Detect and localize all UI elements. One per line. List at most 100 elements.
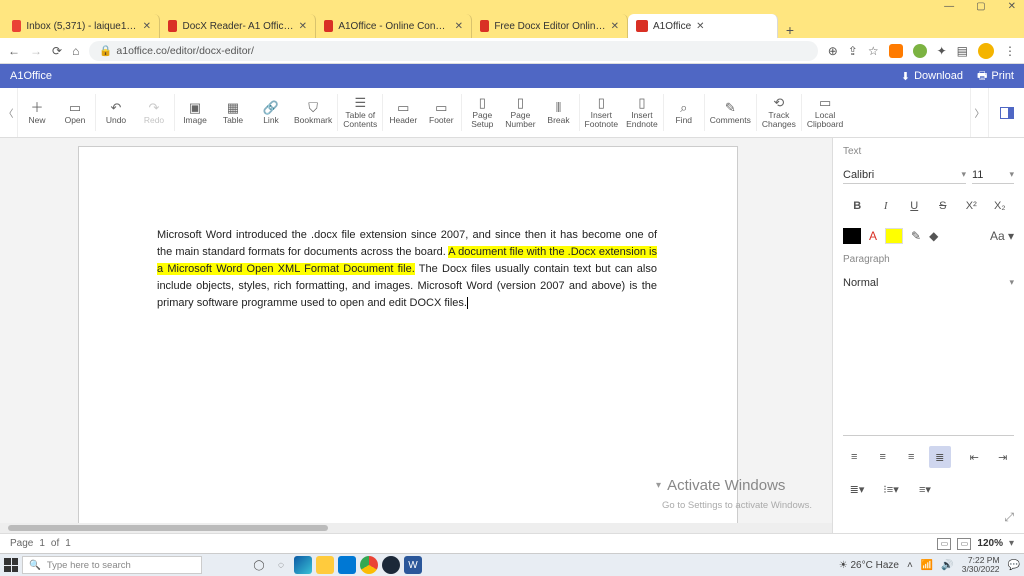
explorer-icon[interactable] <box>316 556 334 574</box>
strikethrough-button[interactable]: S <box>929 194 958 218</box>
subscript-button[interactable]: X₂ <box>986 194 1015 218</box>
bold-button[interactable]: B <box>843 194 872 218</box>
paragraph-style-select[interactable]: Normal <box>843 275 1014 436</box>
toolbar-bookmark[interactable]: ⛉Bookmark <box>290 88 336 137</box>
toggle-side-panel[interactable] <box>988 88 1024 137</box>
edge-icon[interactable] <box>294 556 312 574</box>
toolbar-local-clipboard[interactable]: ▭Local Clipboard <box>803 88 847 137</box>
zoom-level[interactable]: 120% <box>977 538 1003 549</box>
toolbar-page-number[interactable]: ▯Page Number <box>501 88 539 137</box>
toolbar-comments[interactable]: ✎Comments <box>706 88 755 137</box>
toolbar-track-changes[interactable]: ⟲Track Changes <box>758 88 800 137</box>
toolbar-header[interactable]: ▭Header <box>384 88 422 137</box>
home-button[interactable]: ⌂ <box>72 44 79 58</box>
reading-list-icon[interactable]: ▤ <box>957 44 968 58</box>
line-spacing-button[interactable]: ≣▾ <box>843 478 871 500</box>
toolbar-image[interactable]: ▣Image <box>176 88 214 137</box>
toolbar-link[interactable]: 🔗Link <box>252 88 290 137</box>
taskbar-search[interactable]: 🔍 Type here to search <box>22 556 202 574</box>
extension-icon-1[interactable] <box>889 44 903 58</box>
toolbar-new[interactable]: ＋New <box>18 88 56 137</box>
indent-button[interactable]: ⇥ <box>992 446 1015 468</box>
weather-widget[interactable]: ☀ 26°C Haze <box>839 560 899 571</box>
browser-tab[interactable]: Inbox (5,371) - laique123@gmai✕ <box>4 14 160 38</box>
toolbar-insert-footnote[interactable]: ▯Insert Footnote <box>581 88 623 137</box>
close-tab-icon[interactable]: ✕ <box>455 21 463 32</box>
toolbar-insert-endnote[interactable]: ▯Insert Endnote <box>622 88 662 137</box>
toolbar-table[interactable]: ▦Table <box>214 88 252 137</box>
close-window-button[interactable]: ✕ <box>1008 1 1016 12</box>
font-size-select[interactable]: 11 <box>972 167 1014 184</box>
font-family-select[interactable]: Calibri <box>843 167 966 184</box>
browser-tab[interactable]: A1Office - Online Conversion an✕ <box>316 14 472 38</box>
clear-format-icon[interactable]: ◆ <box>929 229 938 243</box>
profile-avatar[interactable] <box>978 43 994 59</box>
notifications-icon[interactable]: 💬 <box>1008 560 1020 571</box>
italic-button[interactable]: I <box>872 194 901 218</box>
align-left-button[interactable]: ≡ <box>843 446 866 468</box>
bullet-list-button[interactable]: ⁝≡▾ <box>877 478 905 500</box>
fit-width-button[interactable]: ▭ <box>957 538 971 550</box>
extensions-icon[interactable]: ✦ <box>937 44 947 58</box>
browser-tab[interactable]: DocX Reader- A1 Office - A1 off✕ <box>160 14 316 38</box>
case-button[interactable]: Aa ▾ <box>990 229 1014 243</box>
toolbar-scroll-right[interactable]: 〉 <box>970 88 988 137</box>
download-button[interactable]: ⬇Download <box>901 70 963 83</box>
taskbar-clock[interactable]: 7:22 PM 3/30/2022 <box>962 556 1000 574</box>
superscript-button[interactable]: X² <box>957 194 986 218</box>
task-view-icon[interactable]: ◯ <box>250 556 268 574</box>
toolbar-find[interactable]: ⌕Find <box>665 88 703 137</box>
expand-panel-icon[interactable]: ⤢ <box>1004 510 1014 525</box>
chrome-icon[interactable] <box>360 556 378 574</box>
volume-icon[interactable]: 🔊 <box>941 560 953 571</box>
tray-chevron-icon[interactable]: ˄ <box>907 560 913 571</box>
mail-icon[interactable] <box>338 556 356 574</box>
align-justify-button[interactable]: ≣ <box>929 446 952 468</box>
number-list-button[interactable]: ≡▾ <box>911 478 939 500</box>
font-color-a[interactable]: A <box>869 229 877 243</box>
highlight-pen-icon[interactable]: ✎ <box>911 229 921 243</box>
minimize-button[interactable]: — <box>944 1 954 12</box>
highlight-color-swatch[interactable] <box>885 228 903 244</box>
horizontal-scrollbar[interactable] <box>0 523 832 533</box>
toolbar-scroll-left[interactable]: 〈 <box>0 88 18 137</box>
menu-icon[interactable]: ⋮ <box>1004 44 1016 58</box>
outdent-button[interactable]: ⇤ <box>963 446 986 468</box>
back-button[interactable]: ← <box>8 44 20 58</box>
wifi-icon[interactable]: 📶 <box>921 560 933 571</box>
steam-icon[interactable] <box>382 556 400 574</box>
bookmark-icon[interactable]: ☆ <box>868 44 879 58</box>
close-tab-icon[interactable]: ✕ <box>143 21 151 32</box>
start-button[interactable] <box>4 558 18 572</box>
zoom-icon[interactable]: ⊕ <box>828 44 838 58</box>
reload-button[interactable]: ⟳ <box>52 44 62 58</box>
toolbar-open[interactable]: ▭Open <box>56 88 94 137</box>
toolbar-break[interactable]: ⫴Break <box>540 88 578 137</box>
new-tab-button[interactable]: + <box>778 22 802 38</box>
toolbar-footer[interactable]: ▭Footer <box>422 88 460 137</box>
close-tab-icon[interactable]: ✕ <box>299 21 307 32</box>
browser-tab[interactable]: Free Docx Editor Online - Easy t✕ <box>472 14 628 38</box>
toolbar-redo[interactable]: ↷Redo <box>135 88 173 137</box>
maximize-button[interactable]: ▢ <box>976 1 985 12</box>
word-icon[interactable]: W <box>404 556 422 574</box>
print-button[interactable]: 🖶Print <box>977 67 1014 86</box>
underline-button[interactable]: U <box>900 194 929 218</box>
toolbar-page-setup[interactable]: ▯Page Setup <box>463 88 501 137</box>
share-icon[interactable]: ⇪ <box>848 44 858 58</box>
close-tab-icon[interactable]: ✕ <box>611 21 619 32</box>
cortana-icon[interactable]: ◌ <box>272 556 290 574</box>
address-bar[interactable]: 🔒 a1office.co/editor/docx-editor/ <box>89 41 817 61</box>
toolbar-table-of-contents[interactable]: ☰Table of Contents <box>339 88 381 137</box>
browser-tab[interactable]: A1Office✕ <box>628 14 778 38</box>
extension-icon-2[interactable] <box>913 44 927 58</box>
align-right-button[interactable]: ≡ <box>900 446 923 468</box>
close-tab-icon[interactable]: ✕ <box>696 21 704 32</box>
fit-page-button[interactable]: ▭ <box>937 538 951 550</box>
zoom-dropdown-icon[interactable]: ▾ <box>1009 538 1014 549</box>
toolbar-undo[interactable]: ↶Undo <box>97 88 135 137</box>
forward-button[interactable]: → <box>30 44 42 58</box>
document-page[interactable]: Microsoft Word introduced the .docx file… <box>78 146 738 526</box>
font-color-swatch[interactable] <box>843 228 861 244</box>
align-center-button[interactable]: ≡ <box>872 446 895 468</box>
